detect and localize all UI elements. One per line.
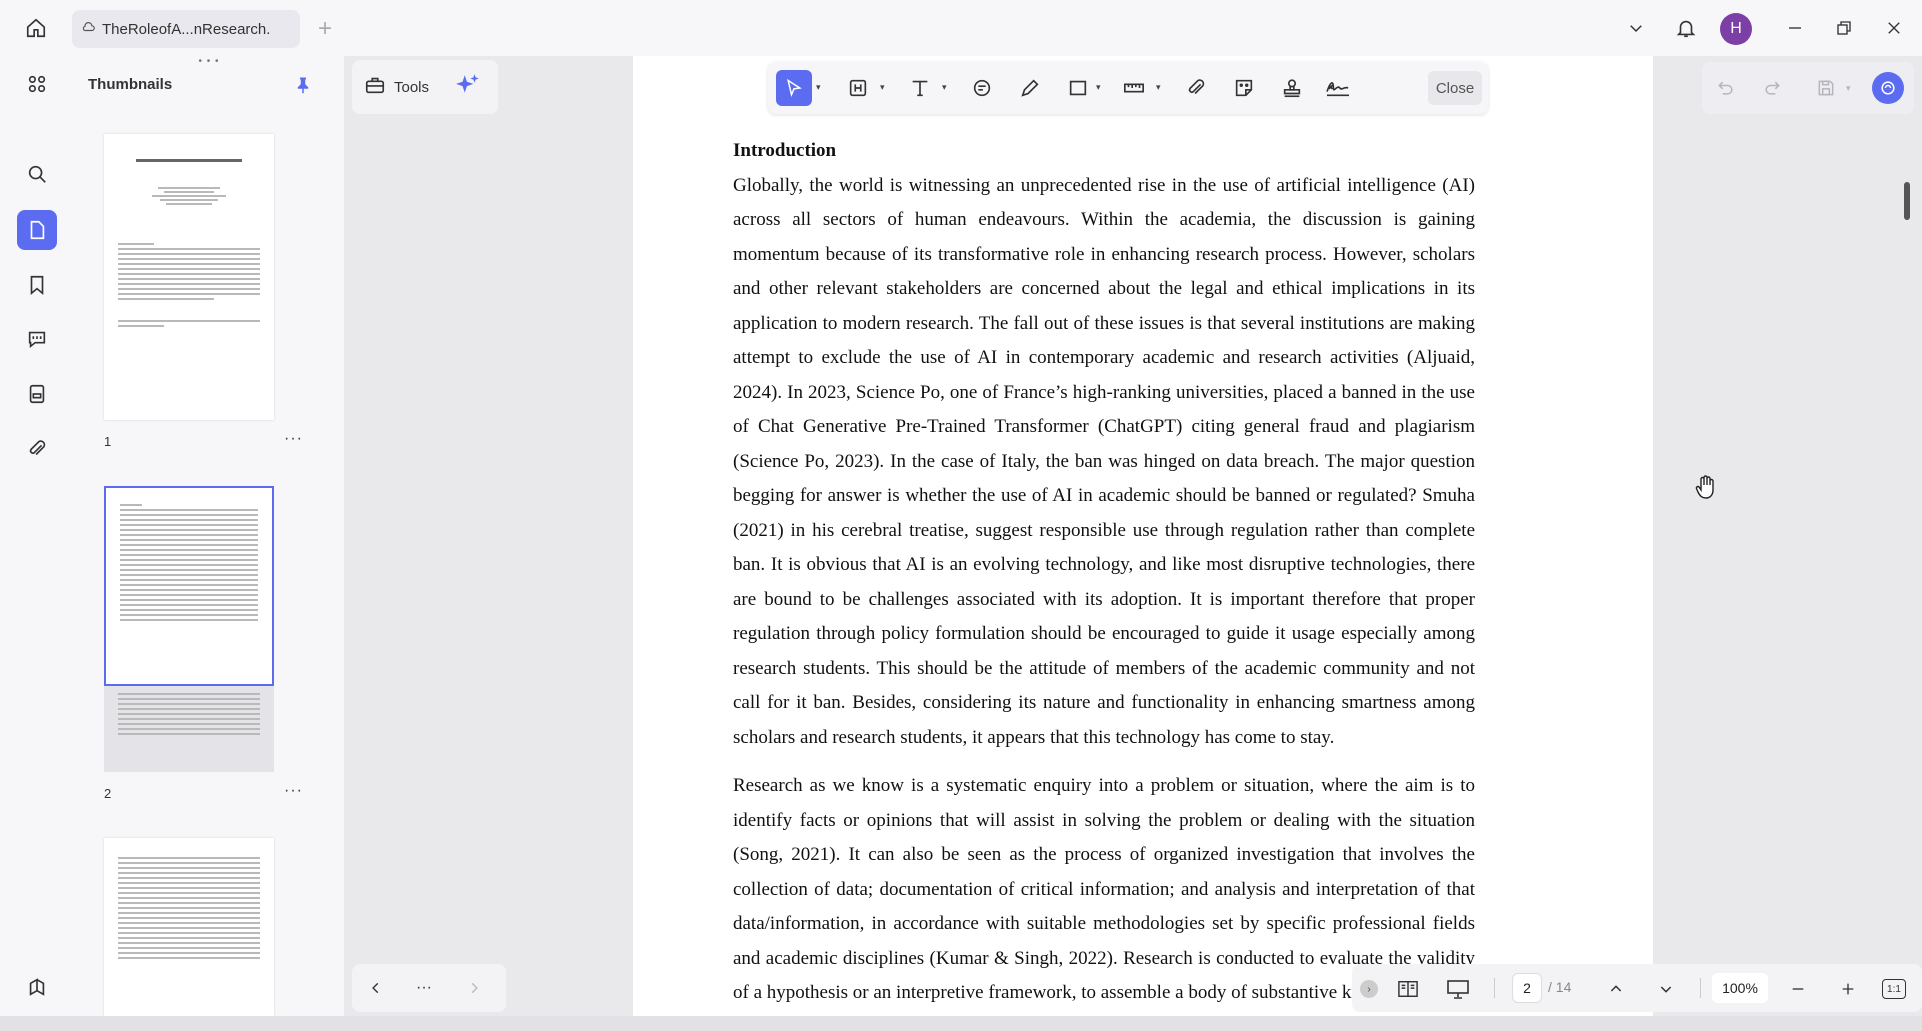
attachment-icon[interactable] (17, 429, 57, 469)
paragraph: Globally, the world is witnessing an unp… (733, 174, 1475, 748)
measure-tool-icon[interactable] (1116, 70, 1152, 106)
vertical-scrollbar[interactable] (1904, 182, 1910, 220)
chevron-down-icon[interactable] (1618, 10, 1654, 46)
document-tab[interactable]: TheRoleofA...nResearch. (72, 10, 300, 48)
tools-button[interactable]: Tools (352, 60, 498, 114)
zoom-level[interactable]: 100% (1712, 973, 1768, 1003)
document-area: Tools Introduction Globally, the world i… (344, 56, 1922, 1016)
minimize-icon[interactable] (1777, 10, 1813, 46)
save-icon[interactable] (1810, 72, 1842, 104)
document-tab-title: TheRoleofA...nResearch. (102, 20, 271, 38)
previous-icon[interactable] (364, 976, 388, 1000)
apps-grid-icon[interactable] (17, 64, 57, 104)
text-dropdown-icon[interactable]: ▾ (942, 82, 952, 92)
rectangle-tool-icon[interactable] (1060, 70, 1096, 106)
current-page-input[interactable]: 2 (1512, 973, 1542, 1003)
measure-dropdown-icon[interactable]: ▾ (1156, 82, 1166, 92)
left-icon-rail (0, 56, 72, 1016)
page-down-icon[interactable] (1652, 975, 1680, 1003)
save-dropdown-icon[interactable]: ▾ (1846, 83, 1856, 93)
close-toolbar-button[interactable]: Close (1428, 71, 1482, 105)
panel-drag-handle[interactable]: • • • (194, 56, 224, 67)
zoom-in-icon[interactable] (1834, 975, 1862, 1003)
text-tool-icon[interactable] (902, 70, 938, 106)
new-tab-button[interactable]: + (310, 12, 340, 46)
page-up-icon[interactable] (1602, 975, 1630, 1003)
comment-tool-icon[interactable] (964, 70, 1000, 106)
stamp-tool-icon[interactable] (1274, 70, 1310, 106)
thumbnails-panel: • • • Thumbnails 1 ··· 2 ··· (72, 56, 332, 1016)
thumbnails-title: Thumbnails (88, 76, 173, 93)
status-strip (0, 1016, 1922, 1031)
thumbnails-page-icon[interactable] (17, 210, 57, 250)
thumbnail-more-button[interactable]: ··· (284, 782, 303, 800)
page-thumbnail-current[interactable] (104, 486, 274, 772)
redo-icon[interactable] (1756, 72, 1788, 104)
zoom-out-icon[interactable] (1784, 975, 1812, 1003)
select-cursor-icon[interactable] (776, 70, 812, 106)
next-icon[interactable] (462, 976, 486, 1000)
cloud-icon (82, 20, 96, 38)
thumbnail-more-button[interactable]: ··· (284, 430, 303, 448)
thumbnail-page-number: 1 (104, 434, 112, 449)
page-navigation-bar: › 2 / 14 100% 1:1 (1352, 964, 1922, 1012)
search-icon[interactable] (17, 154, 57, 194)
thumbnail-navigation: ··· (352, 964, 506, 1012)
actual-size-button[interactable]: 1:1 (1882, 979, 1906, 999)
page-thumbnail[interactable] (104, 838, 274, 1016)
home-icon[interactable] (18, 10, 54, 46)
thumbnail-page-number: 2 (104, 786, 112, 801)
shape-dropdown-icon[interactable]: ▾ (1096, 82, 1106, 92)
signature-tool-icon[interactable] (1320, 70, 1356, 106)
sticker-tool-icon[interactable] (1226, 70, 1262, 106)
total-pages: / 14 (1548, 979, 1572, 995)
divider (1700, 978, 1701, 998)
comment-icon[interactable] (17, 319, 57, 359)
viewport-indicator (104, 486, 274, 686)
page-layout-icon[interactable] (1394, 975, 1422, 1003)
restore-icon[interactable] (1826, 10, 1862, 46)
presentation-icon[interactable] (1444, 975, 1472, 1003)
layers-icon[interactable] (17, 967, 57, 1007)
select-dropdown-icon[interactable]: ▾ (816, 82, 826, 92)
attach-tool-icon[interactable] (1178, 70, 1214, 106)
highlight-tool-icon[interactable] (840, 70, 876, 106)
highlight-dropdown-icon[interactable]: ▾ (880, 82, 890, 92)
divider (1494, 978, 1495, 998)
form-fields-icon[interactable] (17, 374, 57, 414)
title-bar: TheRoleofA...nResearch. + H (0, 0, 1922, 56)
page-content: Introduction Globally, the world is witn… (733, 134, 1475, 1016)
collapse-bar-icon[interactable]: › (1360, 980, 1378, 998)
pdf-page: Introduction Globally, the world is witn… (633, 56, 1653, 1016)
toolbox-icon (364, 74, 386, 100)
section-heading: Introduction (733, 140, 837, 161)
undo-icon[interactable] (1710, 72, 1742, 104)
tools-label: Tools (394, 78, 430, 96)
avatar[interactable]: H (1720, 13, 1752, 45)
bookmark-icon[interactable] (17, 265, 57, 305)
thumbnail-more-options[interactable]: ··· (412, 976, 436, 1000)
annotation-toolbar: ▾ ▾ ▾ ▾ ▾ Close (768, 62, 1488, 114)
page-thumbnail[interactable] (104, 134, 274, 420)
ai-assistant-icon[interactable] (1872, 72, 1904, 104)
pin-icon[interactable] (288, 70, 318, 100)
hand-cursor-icon (1694, 474, 1718, 505)
edit-history-toolbar: ▾ (1702, 62, 1914, 114)
bell-icon[interactable] (1668, 10, 1704, 46)
ai-sparkle-icon[interactable] (455, 72, 481, 102)
pencil-tool-icon[interactable] (1012, 70, 1048, 106)
close-icon[interactable] (1876, 10, 1912, 46)
